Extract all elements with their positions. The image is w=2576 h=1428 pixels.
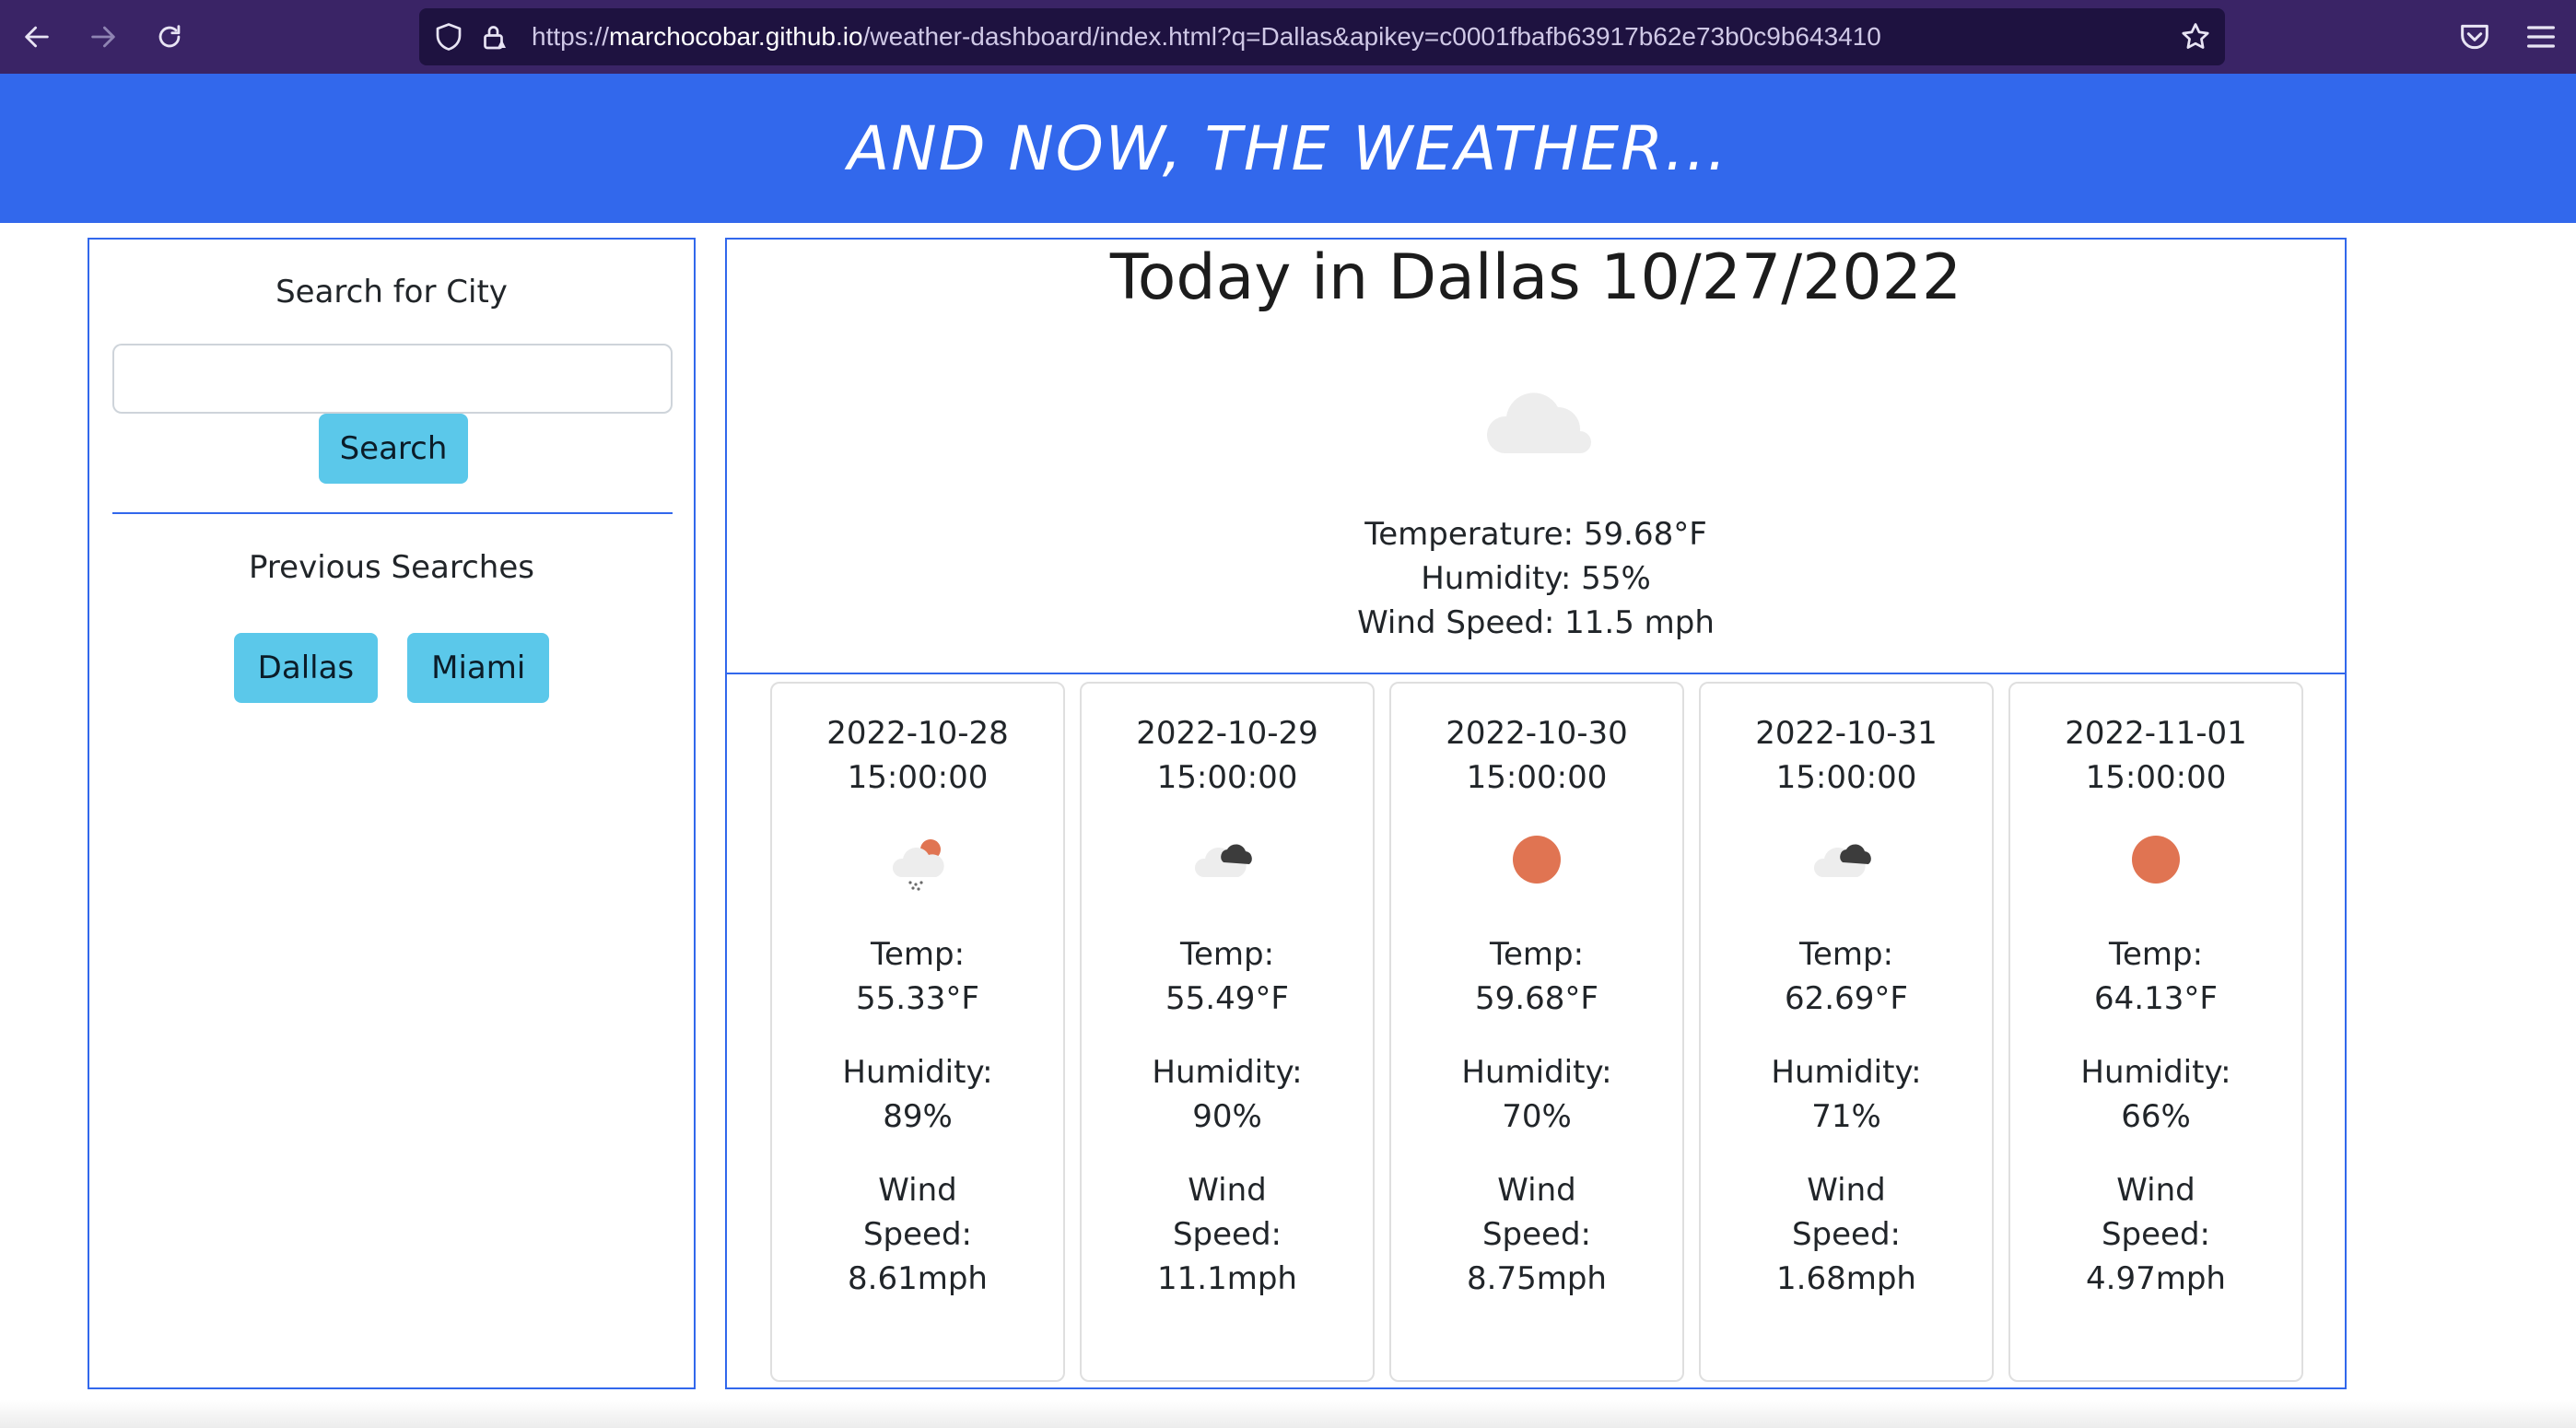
forecast-humidity: 71% [1811,1098,1881,1135]
forecast-temp-label: Temp: [1798,936,1894,973]
forecast-date: 2022-10-28 [826,715,1009,752]
forecast-humidity-label: Humidity: [1771,1054,1922,1091]
menu-icon[interactable] [2523,18,2559,55]
current-temperature: Temperature: 59.68°F [1364,516,1707,553]
forecast-temp-label: Temp: [870,936,966,973]
forecast-wind: 1.68mph [1776,1260,1916,1297]
forecast-date: 2022-10-30 [1446,715,1628,752]
previous-search-miami-button[interactable]: Miami [407,633,550,703]
forecast-wind: 4.97mph [2086,1260,2226,1297]
lock-icon[interactable] [478,20,511,53]
forecast-temp-label: Temp: [1489,936,1585,973]
forecast-temp: 55.33°F [856,980,979,1017]
url-scheme: https:// [532,22,610,51]
divider [112,512,673,514]
broken-clouds-icon [1813,844,1871,877]
forecast-humidity-label: Humidity: [1461,1054,1612,1091]
current-weather-stats: Temperature: 59.68°F Humidity: 55% Wind … [727,512,2345,645]
address-bar[interactable]: https://marchocobar.github.io/weather-da… [419,8,2225,65]
search-button[interactable]: Search [319,414,468,484]
forecast-wind-label: Speed: [2101,1216,2211,1253]
forecast-date: 2022-11-01 [2065,715,2247,752]
forecast-humidity-label: Humidity: [842,1054,993,1091]
light-rain-sun-icon [892,839,944,891]
forecast-wind-label: Speed: [862,1216,973,1253]
forecast-wind-label: Wind [1807,1172,1886,1209]
forecast-temp: 64.13°F [2094,980,2218,1017]
current-weather: Today in Dallas 10/27/2022 Temperature: … [725,238,2347,674]
url-text[interactable]: https://marchocobar.github.io/weather-da… [532,8,1881,65]
forecast-card: 2022-10-28 15:00:00 Temp: 55.33°F Humidi… [770,682,1065,1382]
forecast-time: 15:00:00 [847,759,989,796]
forecast-temp: 62.69°F [1785,980,1908,1017]
forecast-card: 2022-10-31 15:00:00 Temp: 62.69°F Humidi… [1699,682,1994,1382]
current-humidity: Humidity: 55% [1421,560,1651,597]
five-day-forecast: 2022-10-28 15:00:00 Temp: 55.33°F Humidi… [725,673,2347,1389]
forecast-temp-label: Temp: [2108,936,2204,973]
forecast-humidity-label: Humidity: [2080,1054,2231,1091]
forecast-wind: 8.75mph [1467,1260,1607,1297]
forecast-wind: 8.61mph [848,1260,988,1297]
forecast-wind-label: Speed: [1172,1216,1282,1253]
forecast-date: 2022-10-29 [1136,715,1318,752]
url-path: /weather-dashboard/index.html?q=Dallas&a… [862,22,1881,51]
city-search-input[interactable] [112,344,673,414]
current-wind-speed: Wind Speed: 11.5 mph [1357,604,1715,641]
forecast-humidity: 70% [1502,1098,1572,1135]
forecast-wind-label: Wind [878,1172,957,1209]
reload-icon[interactable] [147,15,192,59]
search-panel: Search for City Search Previous Searches… [88,238,696,1389]
bookmark-star-icon[interactable] [2179,20,2212,53]
page-title: AND NOW, THE WEATHER... [848,112,1728,184]
forecast-temp: 59.68°F [1475,980,1598,1017]
previous-searches-title: Previous Searches [249,549,534,586]
search-title: Search for City [275,274,508,310]
url-host: marchocobar.github.io [609,22,863,51]
forecast-humidity: 66% [2121,1098,2191,1135]
forecast-card: 2022-11-01 15:00:00 Temp: 64.13°F Humidi… [2008,682,2303,1382]
forward-icon[interactable] [81,15,125,59]
forecast-temp-label: Temp: [1179,936,1275,973]
forecast-date: 2022-10-31 [1755,715,1938,752]
forecast-humidity-label: Humidity: [1152,1054,1303,1091]
forecast-wind: 11.1mph [1157,1260,1297,1297]
forecast-wind-label: Wind [2116,1172,2195,1209]
previous-search-dallas-button[interactable]: Dallas [233,633,379,703]
cloud-icon [1486,392,1591,453]
current-weather-title: Today in Dallas 10/27/2022 [1109,241,1962,314]
shield-icon[interactable] [432,20,465,53]
back-icon[interactable] [15,15,59,59]
forecast-time: 15:00:00 [2085,759,2227,796]
forecast-time: 15:00:00 [1775,759,1917,796]
forecast-humidity: 90% [1192,1098,1262,1135]
forecast-time: 15:00:00 [1466,759,1608,796]
previous-searches-list: Dallas Miami [89,633,694,703]
page-bottom-edge [0,1400,2576,1428]
forecast-card: 2022-10-30 15:00:00 Temp: 59.68°F Humidi… [1389,682,1684,1382]
pocket-icon[interactable] [2456,18,2493,55]
forecast-wind-label: Wind [1497,1172,1576,1209]
broken-clouds-icon [1194,844,1252,877]
forecast-wind-label: Speed: [1481,1216,1592,1253]
forecast-wind-label: Wind [1188,1172,1267,1209]
forecast-card: 2022-10-29 15:00:00 Temp: 55.49°F Humidi… [1080,682,1375,1382]
forecast-wind-label: Speed: [1791,1216,1902,1253]
forecast-time: 15:00:00 [1156,759,1298,796]
forecast-humidity: 89% [883,1098,953,1135]
page-header: AND NOW, THE WEATHER... [0,74,2576,223]
sun-icon [2132,836,2180,884]
sun-icon [1513,836,1561,884]
browser-toolbar: https://marchocobar.github.io/weather-da… [0,0,2576,74]
forecast-temp: 55.49°F [1165,980,1289,1017]
